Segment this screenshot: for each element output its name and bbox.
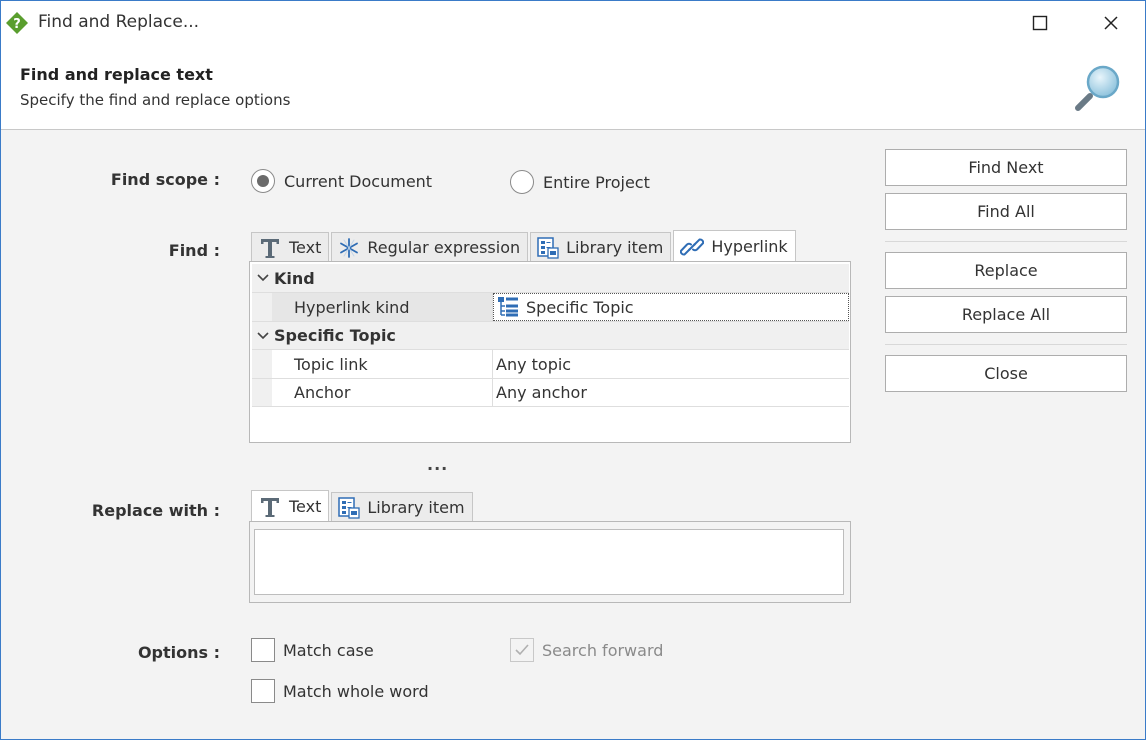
checkbox-label: Match case	[283, 640, 374, 660]
replace-panel	[249, 521, 851, 603]
tab-hyperlink[interactable]: Hyperlink	[673, 230, 796, 262]
radio-entire-project[interactable]: Entire Project	[510, 170, 650, 194]
splitter-handle[interactable]: ...	[427, 455, 448, 474]
replace-text-input[interactable]	[254, 529, 844, 595]
window-title: Find and Replace...	[38, 12, 200, 32]
row-gutter	[252, 293, 272, 321]
find-label: Find :	[168, 241, 220, 260]
replace-tabs: Text Library item	[251, 490, 475, 522]
close-button[interactable]: Close	[885, 355, 1127, 392]
search-forward-checkbox[interactable]: Search forward	[510, 638, 663, 662]
header-subtitle: Specify the find and replace options	[20, 91, 291, 109]
button-separator	[885, 241, 1127, 242]
property-row-anchor[interactable]: Anchor Any anchor	[252, 378, 849, 407]
chevron-down-icon[interactable]	[252, 331, 274, 340]
library-icon	[537, 236, 559, 259]
category-kind[interactable]: Kind	[252, 264, 849, 292]
checkbox-label: Match whole word	[283, 681, 429, 701]
checkbox-box	[251, 638, 275, 662]
replace-with-label: Replace with :	[91, 501, 220, 520]
tab-label: Library item	[566, 238, 664, 257]
text-T-icon	[261, 238, 279, 258]
tab-regular-expression[interactable]: Regular expression	[331, 232, 529, 262]
property-row-topic-link[interactable]: Topic link Any topic	[252, 349, 849, 378]
find-all-button[interactable]: Find All	[885, 193, 1127, 230]
tab-library-item[interactable]: Library item	[530, 232, 672, 262]
checkmark-icon	[515, 644, 529, 656]
radio-label: Current Document	[284, 171, 433, 191]
property-value-topic-link[interactable]: Any topic	[493, 350, 849, 378]
category-specific-topic[interactable]: Specific Topic	[252, 321, 849, 349]
find-replace-dialog: ? Find and Replace... Find and replace t…	[0, 0, 1146, 740]
options-label: Options :	[137, 643, 220, 662]
find-scope-label: Find scope :	[110, 170, 220, 189]
tab-label: Library item	[367, 498, 465, 517]
tab-label: Text	[289, 238, 322, 257]
tab-label: Text	[289, 497, 322, 516]
tab-replace-text[interactable]: Text	[251, 490, 330, 522]
chain-link-icon	[680, 238, 705, 255]
find-next-button[interactable]: Find Next	[885, 149, 1127, 186]
replace-button[interactable]: Replace	[885, 252, 1127, 289]
radio-dot	[257, 175, 269, 187]
property-value-anchor[interactable]: Any anchor	[493, 379, 849, 406]
find-tabs: Text Regular expression Library item Hyp…	[251, 230, 798, 262]
radio-label: Entire Project	[543, 172, 650, 192]
property-grid: Kind Hyperlink kind Specific Topic Speci…	[252, 264, 849, 407]
radio-current-document[interactable]: Current Document	[251, 169, 432, 193]
radio-circle	[251, 169, 275, 193]
row-gutter	[252, 379, 272, 406]
close-window-button[interactable]	[1088, 7, 1134, 39]
topic-tree-icon	[498, 297, 518, 317]
help-diamond-icon: ?	[5, 11, 29, 35]
header-title: Find and replace text	[20, 65, 213, 84]
magnifier-icon	[1073, 63, 1123, 113]
property-value-text: Specific Topic	[526, 297, 634, 317]
category-label: Kind	[274, 268, 315, 288]
button-separator	[885, 344, 1127, 345]
chevron-down-icon[interactable]	[252, 274, 274, 282]
category-label: Specific Topic	[274, 326, 396, 345]
title-bar[interactable]: ? Find and Replace...	[1, 1, 1145, 45]
radio-circle	[510, 170, 534, 194]
property-row-hyperlink-kind[interactable]: Hyperlink kind Specific Topic	[252, 292, 849, 321]
row-gutter	[252, 350, 272, 378]
match-case-checkbox[interactable]: Match case	[251, 638, 374, 662]
property-name: Topic link	[272, 350, 493, 378]
maximize-button[interactable]	[1017, 7, 1063, 39]
checkbox-label: Search forward	[542, 640, 664, 660]
close-icon	[1104, 16, 1118, 30]
text-T-icon	[261, 497, 279, 517]
property-name: Anchor	[272, 379, 493, 406]
library-icon	[338, 496, 361, 519]
replace-all-button[interactable]: Replace All	[885, 296, 1127, 333]
tab-label: Hyperlink	[711, 237, 788, 256]
header-panel: Find and replace text Specify the find a…	[1, 45, 1145, 130]
checkbox-box	[251, 679, 275, 703]
property-value-hyperlink-kind[interactable]: Specific Topic	[493, 293, 849, 321]
regex-asterisk-icon	[340, 237, 359, 258]
tab-find-text[interactable]: Text	[251, 232, 330, 262]
match-whole-word-checkbox[interactable]: Match whole word	[251, 679, 429, 703]
svg-text:?: ?	[13, 17, 21, 32]
maximize-icon	[1032, 15, 1048, 31]
tab-label: Regular expression	[367, 238, 521, 257]
hyperlink-property-grid: Kind Hyperlink kind Specific Topic Speci…	[249, 261, 851, 443]
tab-replace-library-item[interactable]: Library item	[331, 492, 473, 522]
checkbox-box	[510, 638, 534, 662]
property-name: Hyperlink kind	[272, 293, 493, 321]
